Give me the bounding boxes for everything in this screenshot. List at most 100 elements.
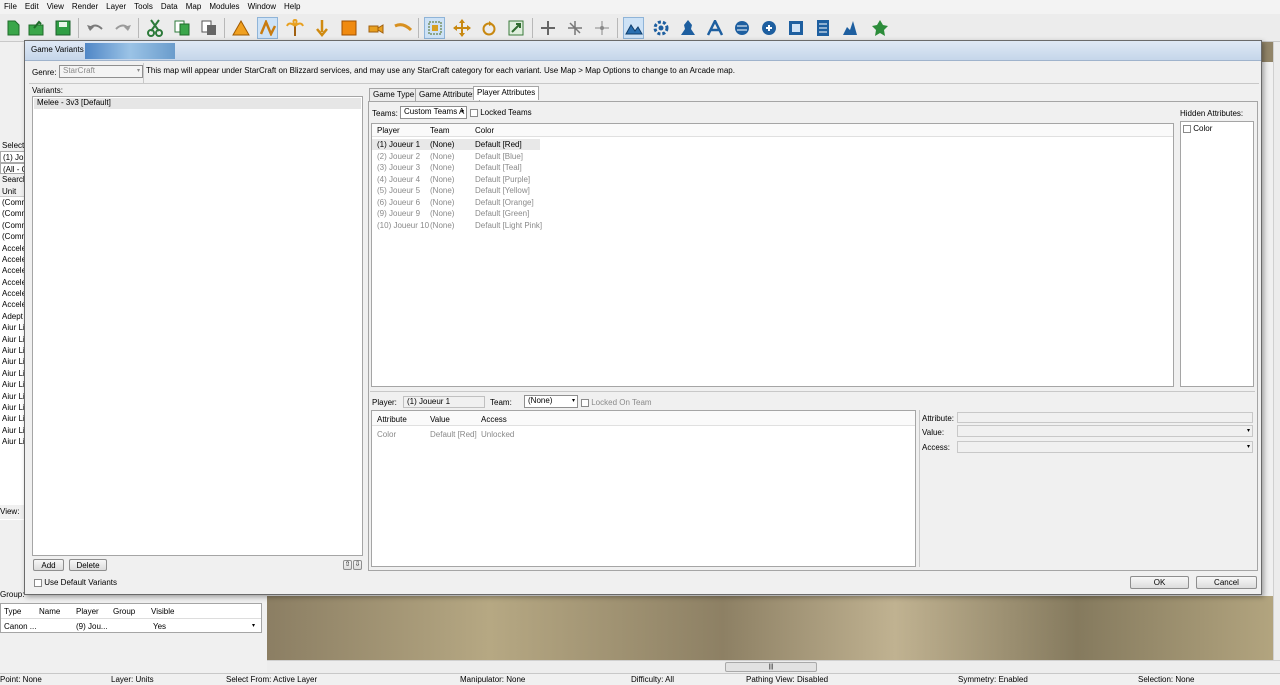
point-icon[interactable] [311,17,332,39]
unit-list-item[interactable]: Aiur Lig [0,425,26,436]
ok-button[interactable]: OK [1130,576,1189,589]
unit-list-item[interactable]: (Comm [0,220,26,231]
tab-player-attributes[interactable]: Player Attributes [473,86,540,100]
unit-view-icon[interactable] [677,17,698,39]
object-row-player[interactable]: (9) Jou... [76,622,108,631]
terrain-view-icon[interactable] [623,17,644,39]
player-team[interactable]: (None) [430,140,454,149]
unit-list-item[interactable]: Accele [0,243,26,254]
menu-view[interactable]: View [43,0,68,14]
player-color[interactable]: Default [Teal] [475,163,522,172]
unit-list-item[interactable]: Aiur Lig [0,402,26,413]
player-name[interactable]: (5) Joueur 5 [377,186,420,195]
cancel-button[interactable]: Cancel [1196,576,1257,589]
select-icon[interactable] [424,17,445,39]
camera-icon[interactable] [365,17,386,39]
delete-variant-button[interactable]: Delete [69,559,107,571]
menu-file[interactable]: File [0,0,21,14]
trigger-list-icon[interactable] [812,17,833,39]
unit-list-item[interactable]: (Comm [0,208,26,219]
menu-map[interactable]: Map [182,0,206,14]
region-icon[interactable] [338,17,359,39]
scale-icon[interactable] [505,17,526,39]
col-player[interactable]: Player [76,607,99,616]
player-team[interactable]: (None) [430,198,454,207]
player-name[interactable]: (10) Joueur 10 [377,221,429,230]
unit-list-item[interactable]: Aiur Lig [0,436,26,447]
attr-row-attribute[interactable]: Color [377,430,396,439]
text-icon[interactable] [704,17,725,39]
arrows-out-icon[interactable] [591,17,612,39]
col-value[interactable]: Value [430,415,450,424]
film-icon[interactable] [785,17,806,39]
unit-list-item[interactable]: Aiur Lig [0,322,26,333]
terrain-icon[interactable] [230,17,251,39]
map-vertical-scrollbar[interactable] [1273,42,1280,660]
undo-icon[interactable] [84,17,105,39]
value-select[interactable]: ▾ [957,425,1253,437]
unit2-icon[interactable] [839,17,860,39]
col-color[interactable]: Color [475,126,494,135]
player-color[interactable]: Default [Green] [475,209,529,218]
new-doc-icon[interactable] [2,17,23,39]
player-color[interactable]: Default [Yellow] [475,186,530,195]
unit-list-item[interactable]: Aiur Lig [0,391,26,402]
add-variant-button[interactable]: Add [33,559,64,571]
col-attribute[interactable]: Attribute [377,415,407,424]
unit-list-item[interactable]: Accele [0,277,26,288]
tab-game-type[interactable]: Game Type [369,88,419,101]
palm-tree-icon[interactable] [284,17,305,39]
col-group[interactable]: Group [113,607,135,616]
unit-list-item[interactable]: Aiur Lig [0,368,26,379]
attr-row-access[interactable]: Unlocked [481,430,514,439]
player-filter[interactable]: (1) Joueur [0,151,26,163]
menu-edit[interactable]: Edit [21,0,43,14]
gear-view-icon[interactable] [650,17,671,39]
col-access[interactable]: Access [481,415,507,424]
menu-tools[interactable]: Tools [130,0,157,14]
move-up-icon[interactable]: ⇧ [343,560,352,570]
use-default-variants-checkbox[interactable]: Use Default Variants [34,578,117,587]
menu-modules[interactable]: Modules [205,0,243,14]
player-name[interactable]: (6) Joueur 6 [377,198,420,207]
save-icon[interactable] [52,17,73,39]
variant-item[interactable]: Melee - 3v3 [Default] [34,98,361,109]
player-name[interactable]: (1) Joueur 1 [377,140,420,149]
unit-list-item[interactable]: Aiur Lig [0,413,26,424]
plus-cross-icon[interactable] [537,17,558,39]
map-scroll-thumb[interactable]: ||| [725,662,817,672]
player-color[interactable]: Default [Orange] [475,198,534,207]
move-icon[interactable] [451,17,472,39]
player-color[interactable]: Default [Light Pink] [475,221,542,230]
hidden-attribute-color[interactable]: Color [1183,124,1212,133]
player-team[interactable]: (None) [430,175,454,184]
copy-icon[interactable] [171,17,192,39]
unit-list-item[interactable]: (Comm [0,231,26,242]
rotate-icon[interactable] [478,17,499,39]
object-filter[interactable]: (All - Ob [0,162,26,175]
col-visible[interactable]: Visible [151,607,174,616]
locked-teams-checkbox[interactable]: Locked Teams [470,108,532,117]
player-team[interactable]: (None) [430,186,454,195]
unit-list-item[interactable]: Accele [0,254,26,265]
attr-row-value[interactable]: Default [Red] [430,430,477,439]
player-name[interactable]: (9) Joueur 9 [377,209,420,218]
player-team[interactable]: (None) [430,163,454,172]
teams-select[interactable]: Custom Teams A ▾ [400,106,467,119]
unit-column-header[interactable]: Unit [0,185,26,197]
object-row-type[interactable]: Canon ... [4,622,36,631]
player-color[interactable]: Default [Blue] [475,152,523,161]
unit-list-item[interactable]: Aiur Lig [0,345,26,356]
access-select[interactable]: ▾ [957,441,1253,453]
unit-list-item[interactable]: Aiur Lig [0,334,26,345]
unit-list-item[interactable]: Aiur Lig [0,356,26,367]
player-team[interactable]: (None) [430,152,454,161]
col-type[interactable]: Type [4,607,21,616]
dialog-title-bar[interactable]: Game Variants [25,41,1261,61]
paste-icon[interactable] [198,17,219,39]
col-name[interactable]: Name [39,607,60,616]
col-team[interactable]: Team [430,126,450,135]
unit-list-item[interactable]: Accele [0,265,26,276]
open-icon[interactable] [25,17,46,39]
row-dropdown-icon[interactable]: ▾ [252,622,255,629]
